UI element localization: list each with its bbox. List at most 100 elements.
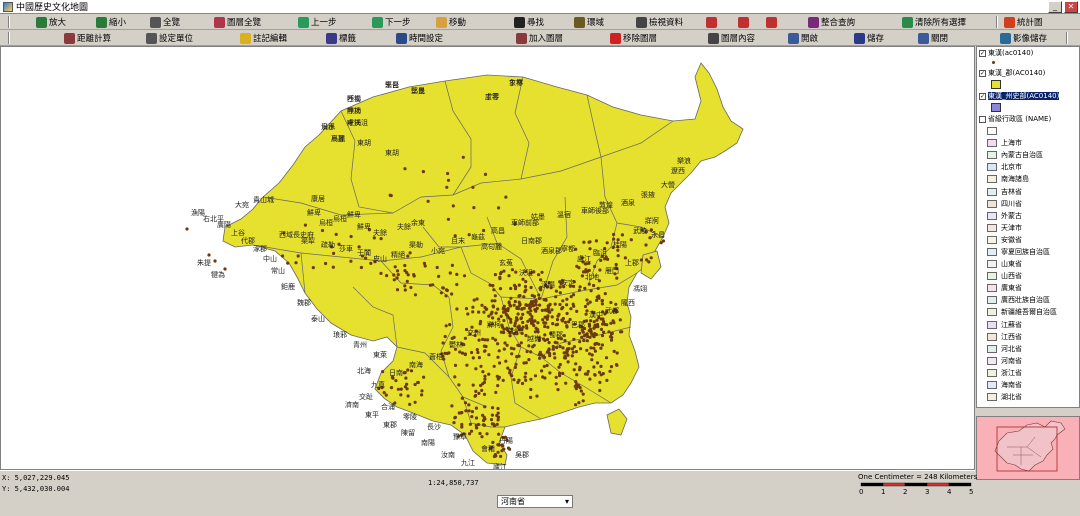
zoom-in-button[interactable]: 放大 <box>36 15 66 29</box>
label-button[interactable]: 標籤 <box>326 31 356 45</box>
map-canvas[interactable]: 丁零丁零堅昆堅昆呼揭呼揭呼揭烏孫烏孫 東胡東胡大宛貴山城 康居鮮卑烏桓 烏桓 鮮卑鮮卑夫… <box>1 47 974 469</box>
save-button[interactable]: 儲存 <box>854 31 884 45</box>
scale-caption: One Centimeter = 248 Kilometers <box>858 473 978 481</box>
place-point <box>510 352 514 356</box>
select-circle-button[interactable] <box>738 15 749 29</box>
place-point <box>602 320 606 324</box>
place-point <box>405 279 409 283</box>
place-point <box>509 320 513 324</box>
layer-visibility-checkbox[interactable] <box>979 115 986 123</box>
place-point <box>498 287 503 291</box>
layer-visibility-checkbox[interactable]: ✓ <box>979 49 986 57</box>
place-point <box>609 338 614 342</box>
map-place-label: 小宛 <box>431 246 445 255</box>
previous-step-button[interactable]: 上一步 <box>298 15 337 29</box>
place-point <box>493 294 497 298</box>
map-place-label: 鮮卑 <box>357 222 371 231</box>
overview-canvas[interactable] <box>977 417 1079 479</box>
layer-item[interactable]: ✓ 東漢_州史部(AC0140) <box>977 90 1079 113</box>
image-save-button[interactable]: 影像儲存 <box>1000 31 1047 45</box>
statistics-chart-button[interactable]: 統計圖 <box>1004 15 1043 29</box>
place-point <box>393 265 397 269</box>
layer-properties-button[interactable]: 圖層內容 <box>708 31 755 45</box>
layer-item[interactable]: ✓ 東漢_郡(AC0140) <box>977 67 1079 90</box>
integrated-query-button[interactable]: 整合查詢 <box>808 15 855 29</box>
territory-mainland <box>222 62 744 466</box>
map-place-label: 象林 <box>509 78 523 87</box>
province-legend-label: 江西省 <box>1001 332 1022 341</box>
toolbar-button-label: 距離計算 <box>77 34 112 44</box>
distance-button[interactable]: 距離計算 <box>64 31 111 45</box>
place-point <box>600 302 605 306</box>
layer-full-view-button[interactable]: 圖層全覽 <box>214 15 261 29</box>
place-point <box>514 316 519 320</box>
remove-layer-button[interactable]: 移除圖層 <box>610 31 657 45</box>
place-point <box>480 435 484 439</box>
province-legend-item: 天津市 <box>977 222 1079 234</box>
time-setting-button[interactable]: 時間設定 <box>396 31 443 45</box>
place-point <box>441 341 445 345</box>
next-step-button[interactable]: 下一步 <box>372 15 411 29</box>
map-place-label: 巴郡 <box>571 321 585 329</box>
place-point <box>311 266 315 270</box>
place-point <box>389 386 394 390</box>
place-point <box>561 299 565 303</box>
close-window-button[interactable]: ✕ <box>1064 1 1078 13</box>
map-view[interactable]: 丁零 丁零 堅昆 堅昆 呼揭 呼揭 呼揭 烏孫 烏孫 東胡 東胡 大宛 貴山城 康居 鮮卑 烏桓 烏桓 鮮卑 鮮卑夫… <box>0 46 975 470</box>
set-units-button[interactable]: 設定單位 <box>146 31 193 45</box>
pan-button[interactable]: 移動 <box>436 15 466 29</box>
province-legend-label: 四川省 <box>1001 199 1022 208</box>
province-select[interactable]: 河南省 ▾ <box>497 495 573 508</box>
map-place-label: 皮山 <box>373 254 387 263</box>
place-point <box>379 237 383 241</box>
select-rectangle-button[interactable] <box>706 15 717 29</box>
map-place-label: 大宛 <box>235 200 249 209</box>
annotation-edit-button[interactable]: 註記編輯 <box>240 31 287 45</box>
province-legend-label: 上海市 <box>1001 139 1022 148</box>
han-dynasty-territory <box>222 62 744 466</box>
view-data-button[interactable]: 檢視資料 <box>636 15 683 29</box>
place-point <box>471 383 475 387</box>
layer-item[interactable]: 省級行政區 (NAME) <box>977 113 1079 125</box>
open-button[interactable]: 開啟 <box>788 31 818 45</box>
map-place-label: 隴西 <box>621 298 635 307</box>
full-view-button[interactable]: 全覽 <box>150 15 180 29</box>
map-place-label: 涿郡 <box>253 245 267 253</box>
chevron-down-icon: ▾ <box>564 497 569 506</box>
map-place-label: 酒泉郡 <box>541 246 562 255</box>
find-button[interactable]: 尋找 <box>514 15 544 29</box>
minimize-button[interactable]: _ <box>1048 1 1062 13</box>
place-point <box>584 312 588 316</box>
place-point <box>579 389 583 393</box>
layer-item[interactable]: ✓ 東漢(ac0140) <box>977 47 1079 67</box>
place-point <box>404 376 408 380</box>
scale-segment <box>926 482 950 487</box>
place-point <box>593 264 597 269</box>
place-point <box>512 378 516 382</box>
layer-visibility-checkbox[interactable]: ✓ <box>979 92 986 100</box>
map-place-label: 會稽 <box>481 444 495 453</box>
zoom-out-button[interactable]: 縮小 <box>96 15 126 29</box>
add-layer-button[interactable]: 加入圖層 <box>516 31 563 45</box>
place-point <box>479 383 483 388</box>
clear-selection-button[interactable]: 清除所有選擇 <box>902 15 966 29</box>
place-point <box>561 316 566 321</box>
place-point <box>542 298 546 302</box>
scale-ticks: 0 1 2 3 4 5 <box>859 488 973 496</box>
buffer-button[interactable]: 環域 <box>574 15 604 29</box>
place-point <box>471 185 475 189</box>
close-button[interactable]: 關閉 <box>918 31 948 45</box>
layer-visibility-checkbox[interactable]: ✓ <box>979 69 986 77</box>
place-point <box>548 302 552 306</box>
province-legend-item: 內蒙古自治區 <box>977 149 1079 161</box>
place-point <box>497 206 501 210</box>
place-point <box>483 305 487 310</box>
place-point <box>443 351 447 355</box>
province-legend-label: 湖北省 <box>1001 393 1022 402</box>
place-point <box>453 363 458 367</box>
select-polygon-button[interactable] <box>766 15 777 29</box>
map-place-label: 吳郡 <box>515 451 529 459</box>
place-point <box>598 268 602 272</box>
overview-map[interactable] <box>976 416 1080 480</box>
place-point <box>542 364 546 368</box>
